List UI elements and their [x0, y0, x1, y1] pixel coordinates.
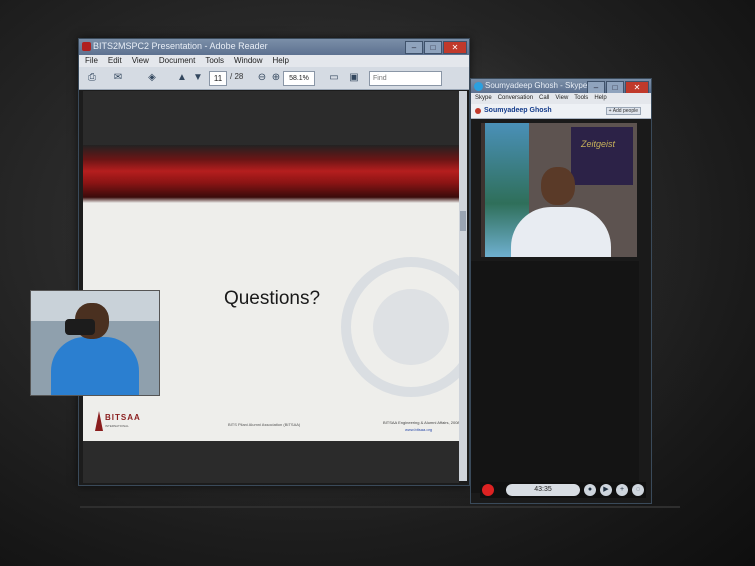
menu-file[interactable]: File — [85, 55, 98, 67]
status-icon — [475, 108, 481, 114]
document-pane: Questions? BITSAA INTERNATIONAL BITS Pil… — [83, 91, 461, 483]
page-total: / 28 — [230, 72, 244, 81]
slide-footer: BITS Pilani Alumni Association (BITSAA) — [228, 422, 301, 427]
adobe-reader-icon — [82, 42, 91, 51]
call-control-bar: 43:35 ● ▶ + ◌ — [480, 482, 646, 498]
pdf-menubar: File Edit View Document Tools Window Hel… — [79, 55, 469, 67]
minimize-button[interactable]: – — [405, 41, 423, 54]
screen-bottom-edge — [80, 506, 680, 508]
page-number-input[interactable]: 11 — [209, 71, 227, 86]
pdf-toolbar: ⎙ ✉ ◈ ▲ ▼ 11 / 28 ⊖ ⊕ 58.1% ▭ ▣ Find — [79, 67, 469, 90]
zoom-in-icon[interactable]: ⊕ — [269, 71, 283, 84]
remote-person-head — [541, 167, 575, 205]
contact-bar: Soumyadeep Ghosh + Add people — [471, 104, 651, 119]
close-button[interactable]: ✕ — [443, 41, 467, 54]
skype-menu-skype[interactable]: Skype — [475, 93, 492, 104]
vertical-scrollbar[interactable] — [459, 91, 467, 481]
pdf-titlebar[interactable]: BITS2MSPC2 Presentation - Adobe Reader –… — [79, 39, 469, 55]
print-icon[interactable]: ⎙ — [85, 71, 99, 84]
skype-menu-view[interactable]: View — [555, 93, 568, 104]
skype-icon — [474, 82, 483, 91]
add-people-button[interactable]: + Add people — [605, 107, 641, 115]
skype-menubar: Skype Conversation Call View Tools Help — [471, 93, 651, 104]
camera-in-hand — [65, 319, 95, 335]
end-call-icon[interactable] — [482, 484, 494, 496]
email-icon[interactable]: ✉ — [111, 71, 125, 84]
skype-menu-help[interactable]: Help — [594, 93, 606, 104]
add-icon[interactable]: + — [616, 484, 628, 496]
self-video-preview — [30, 290, 160, 396]
mic-icon[interactable]: ● — [584, 484, 596, 496]
slide-footer-right: BITSAA Engineering & Alumni Affairs, 200… — [383, 420, 460, 425]
skype-window-title: Soumyadeep Ghosh - Skype — [485, 81, 588, 90]
menu-tools[interactable]: Tools — [205, 55, 224, 67]
self-person-body — [51, 337, 139, 395]
menu-edit[interactable]: Edit — [108, 55, 122, 67]
window-controls: – □ ✕ — [405, 41, 467, 54]
zoom-level-select[interactable]: 58.1% — [283, 71, 315, 86]
next-page-icon[interactable]: ▼ — [191, 71, 205, 84]
maximize-button[interactable]: □ — [424, 41, 442, 54]
menu-document[interactable]: Document — [159, 55, 195, 67]
slide-header-banner — [83, 145, 461, 203]
slide-footer-link[interactable]: www.bitsaa.org — [405, 427, 432, 432]
zoom-out-icon[interactable]: ⊖ — [255, 71, 269, 84]
full-screen-icon[interactable]: ▣ — [347, 71, 361, 84]
skype-call-window: Soumyadeep Ghosh - Skype – □ ✕ Skype Con… — [470, 78, 652, 504]
remote-video-feed: Zeitgeist — [481, 123, 637, 257]
logo-tower-icon — [95, 411, 103, 431]
logo-text: BITSAA — [105, 413, 141, 422]
menu-view[interactable]: View — [132, 55, 149, 67]
skype-menu-tools[interactable]: Tools — [574, 93, 588, 104]
share-icon[interactable]: ◈ — [145, 71, 159, 84]
chat-icon[interactable]: ◌ — [632, 484, 644, 496]
scrollbar-thumb[interactable] — [460, 211, 466, 231]
pdf-window-title: BITS2MSPC2 Presentation - Adobe Reader — [93, 41, 268, 51]
skype-titlebar[interactable]: Soumyadeep Ghosh - Skype – □ ✕ — [471, 79, 651, 94]
video-icon[interactable]: ▶ — [600, 484, 612, 496]
fit-width-icon[interactable]: ▭ — [327, 71, 341, 84]
menu-window[interactable]: Window — [234, 55, 262, 67]
skype-menu-conversation[interactable]: Conversation — [498, 93, 533, 104]
previous-page-icon[interactable]: ▲ — [175, 71, 189, 84]
logo-subtext: INTERNATIONAL — [105, 424, 129, 428]
bitsaa-logo: BITSAA INTERNATIONAL — [95, 411, 145, 433]
find-input[interactable]: Find — [369, 71, 442, 86]
menu-help[interactable]: Help — [273, 55, 289, 67]
contact-name[interactable]: Soumyadeep Ghosh — [484, 107, 552, 114]
call-timer: 43:35 — [506, 484, 580, 496]
video-stage — [471, 261, 639, 493]
pdf-reader-window: BITS2MSPC2 Presentation - Adobe Reader –… — [78, 38, 470, 486]
skype-menu-call[interactable]: Call — [539, 93, 549, 104]
remote-poster — [571, 127, 633, 185]
remote-poster-text: Zeitgeist — [581, 139, 616, 149]
